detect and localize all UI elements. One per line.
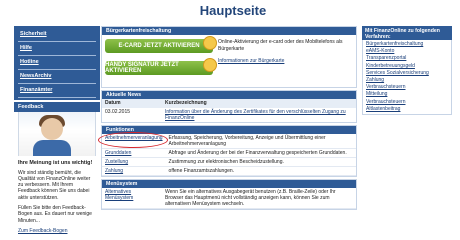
right-links: Bürgerkartenfreischaltung eAMS-Konto Tra…	[362, 40, 452, 116]
page-title: Hauptseite	[199, 3, 267, 18]
news-panel: Aktuelle News Datum Kurzbezeichnung 03.0…	[101, 90, 357, 123]
menu-desc: Wenn Sie ein alternatives Ausgabegerät b…	[165, 189, 336, 207]
right-link[interactable]: Kinderbetreuungsgeld	[366, 63, 448, 70]
menu-heading: Menüsystem	[102, 180, 356, 188]
handy-signatur-button[interactable]: HANDY SIGNATUR JETZT AKTIVIEREN	[105, 58, 217, 75]
ecard-activate-button[interactable]: E-CARD JETZT AKTIVIEREN	[105, 36, 217, 53]
menu-panel: Menüsystem Alternatives Menüsystem Wenn …	[101, 179, 357, 210]
left-nav: Sicherheit Hilfe Hotline NewsArchiv Fina…	[14, 26, 100, 100]
functions-panel: Funktionen Arbeitnehmerveranlagung Erfas…	[98, 125, 357, 177]
right-link[interactable]: Zahlung	[366, 77, 448, 84]
alternative-menu-link[interactable]: Alternatives Menüsystem	[105, 189, 133, 201]
news-heading: Aktuelle News	[102, 91, 356, 99]
news-date: 03.02.2015	[105, 109, 131, 115]
buergerkarte-panel: Bürgerkartenfreischaltung E-CARD JETZT A…	[101, 26, 357, 88]
feedback-text: Ihre Meinung ist uns wichtig! Wir sind s…	[14, 156, 100, 234]
feedback-heading: Feedback	[14, 102, 100, 112]
feedback-para2: Füllen Sie bitte den Feedback-Bogen aus.…	[18, 204, 92, 224]
right-link[interactable]: Bürgerkartenfreischaltung	[366, 41, 448, 48]
news-link[interactable]: Information über die Änderung des Zertif…	[165, 109, 346, 121]
nav-item-sicherheit[interactable]: Sicherheit	[18, 28, 96, 42]
right-heading: Mit FinanzOnline zu folgenden Verfahren:	[362, 26, 452, 40]
fn-desc: offene Finanzamtszahlungen.	[168, 168, 235, 174]
phone-icon	[203, 58, 217, 72]
buergerkarte-info-link[interactable]: Informationen zur Bürgerkarte	[218, 58, 354, 65]
handy-button-label: HANDY SIGNATUR JETZT AKTIVIEREN	[105, 62, 179, 74]
card-icon	[203, 36, 217, 50]
highlight-circle	[98, 132, 168, 148]
buergerkarte-heading: Bürgerkartenfreischaltung	[102, 27, 356, 35]
fn-desc: Abfrage und Änderung der bei der Finanzv…	[168, 150, 347, 156]
feedback-question: Ihre Meinung ist uns wichtig!	[18, 160, 93, 166]
right-link[interactable]: Verbrauchsteuern	[366, 99, 448, 106]
fn-desc: Zustimmung zur elektronischen Bescheidzu…	[168, 159, 284, 165]
right-link[interactable]: Altlastenbeitrag	[366, 106, 448, 113]
right-column: Mit FinanzOnline zu folgenden Verfahren:…	[362, 26, 452, 116]
right-link[interactable]: Verbrauchsteuern	[366, 84, 448, 91]
nav-item-finanzaemter[interactable]: Finanzämter	[18, 84, 96, 98]
fn-zahlung[interactable]: Zahlung	[105, 168, 123, 174]
feedback-image	[18, 112, 96, 156]
fn-desc: Erfassung, Speicherung, Vorbereitung, An…	[165, 134, 356, 149]
fn-zustellung[interactable]: Zustellung	[105, 159, 128, 165]
news-col-date: Datum	[102, 99, 162, 108]
right-link[interactable]: Services Sozialversicherung	[366, 70, 448, 77]
feedback-para1: Wir sind ständig bemüht, die Qualität vo…	[18, 169, 91, 201]
nav-item-hilfe[interactable]: Hilfe	[18, 42, 96, 56]
left-column: Sicherheit Hilfe Hotline NewsArchiv Fina…	[14, 26, 100, 234]
news-col-desc: Kurzbezeichnung	[162, 99, 356, 108]
main-column: Bürgerkartenfreischaltung E-CARD JETZT A…	[98, 26, 357, 212]
nav-item-newsarchiv[interactable]: NewsArchiv	[18, 70, 96, 84]
feedback-link[interactable]: Zum Feedback-Bogen	[18, 228, 67, 234]
right-link[interactable]: Mitteilung	[366, 91, 448, 98]
right-link[interactable]: Transparenzportal	[366, 55, 448, 62]
buergerkarte-desc: Online-Aktivierung der e-card oder des M…	[218, 39, 343, 52]
nav-item-hotline[interactable]: Hotline	[18, 56, 96, 70]
fn-grunddaten[interactable]: Grunddaten	[105, 150, 131, 156]
right-link[interactable]: eAMS-Konto	[366, 48, 448, 55]
ecard-button-label: E-CARD JETZT AKTIVIEREN	[118, 43, 200, 49]
